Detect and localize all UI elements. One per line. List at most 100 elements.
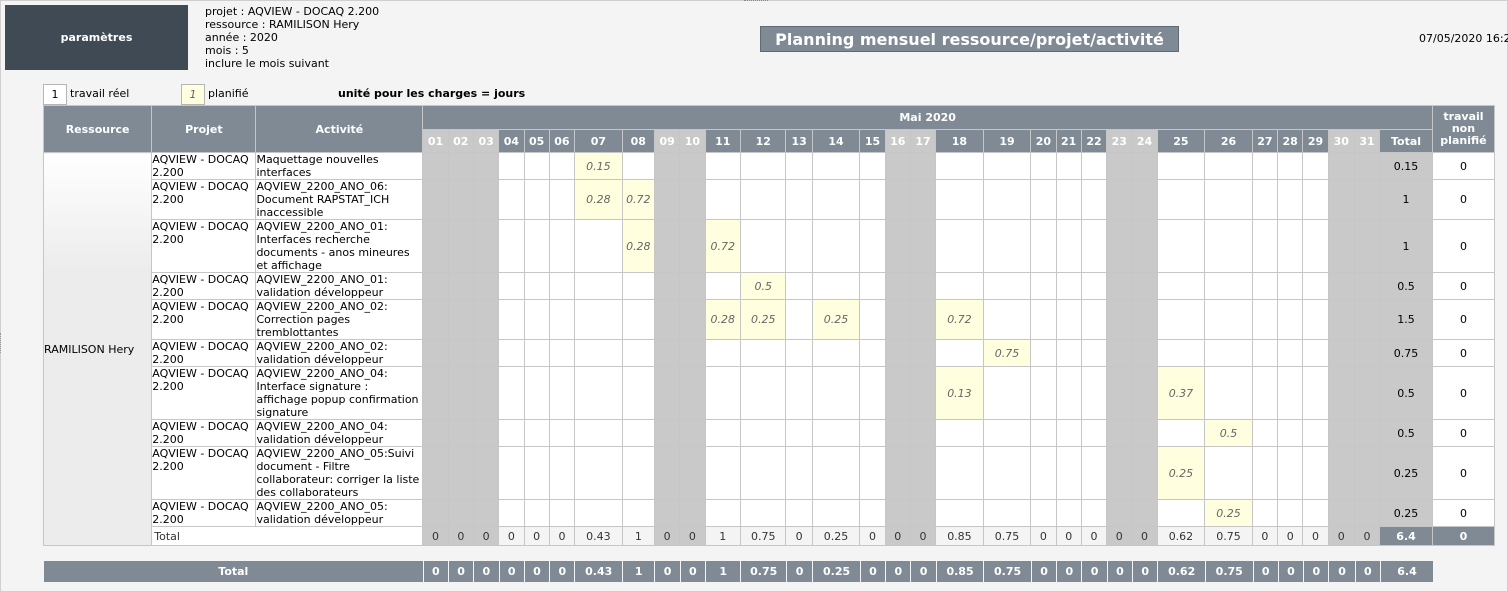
- day-cell: [1302, 299, 1329, 340]
- subtotal-day-cell: 0.75: [739, 526, 787, 546]
- subtotal-day-cell: 0: [1327, 526, 1355, 546]
- day-cell: [811, 419, 861, 447]
- day-cell: [1353, 179, 1381, 220]
- grand-total-day-cell: 0: [1354, 560, 1382, 583]
- day-cell: [1055, 179, 1082, 220]
- row-unplanned-cell: 0: [1431, 299, 1496, 340]
- day-header-19: 19: [982, 129, 1032, 153]
- subtotal-day-cell: 0: [523, 526, 550, 546]
- day-cell: [1156, 152, 1206, 180]
- day-cell: [523, 299, 550, 340]
- planned-value-cell[interactable]: 0.28: [621, 219, 656, 273]
- day-cell: [472, 299, 500, 340]
- planned-value-cell[interactable]: 0.13: [935, 366, 984, 420]
- day-cell: [909, 419, 937, 447]
- day-cell: [679, 366, 706, 420]
- row-total-cell: 0.5: [1379, 419, 1433, 447]
- day-cell: [785, 272, 813, 300]
- day-cell: [653, 179, 681, 220]
- day-cell: [1353, 419, 1381, 447]
- day-cell: [548, 272, 576, 300]
- project-cell: AQVIEW - DOCAQ 2.200: [151, 419, 257, 447]
- planned-value-cell[interactable]: 0.28: [704, 299, 741, 340]
- day-cell: [884, 419, 911, 447]
- table-row: AQVIEW - DOCAQ 2.200 AQVIEW_2200_ANO_04: …: [44, 366, 1496, 420]
- info-include-next: inclure le mois suivant: [205, 57, 329, 70]
- day-header-14: 14: [811, 129, 861, 153]
- day-cell: [548, 219, 576, 273]
- day-cell: [1327, 272, 1355, 300]
- day-cell: [498, 419, 525, 447]
- day-cell: [739, 499, 787, 527]
- project-cell: AQVIEW - DOCAQ 2.200: [151, 339, 257, 367]
- subtotal-label: Total: [151, 526, 424, 546]
- day-cell: [1251, 272, 1279, 300]
- grand-total-day-cell: 1: [704, 560, 742, 583]
- subtotal-day-cell: 0: [498, 526, 525, 546]
- planned-value-cell[interactable]: 0.25: [1204, 499, 1253, 527]
- day-cell: [523, 272, 550, 300]
- day-cell: [548, 446, 576, 500]
- day-header-30: 30: [1327, 129, 1355, 153]
- planned-value-cell[interactable]: 0.5: [1204, 419, 1253, 447]
- day-cell: [1353, 446, 1381, 500]
- day-cell: [785, 299, 813, 340]
- day-cell: [621, 446, 656, 500]
- day-cell: [679, 339, 706, 367]
- grand-total-day-cell: 0.75: [1204, 560, 1254, 583]
- side-splitter[interactable]: [0, 333, 4, 353]
- day-header-08: 08: [621, 129, 656, 153]
- planned-value-cell[interactable]: 0.72: [935, 299, 984, 340]
- day-cell: [811, 152, 861, 180]
- planned-value-cell[interactable]: 0.25: [1156, 446, 1206, 500]
- day-cell: [523, 339, 550, 367]
- day-cell: [739, 219, 787, 273]
- row-unplanned-cell: 0: [1431, 446, 1496, 500]
- day-cell: [704, 446, 741, 500]
- parameters-button[interactable]: paramètres: [5, 5, 188, 70]
- planned-value-cell[interactable]: 0.28: [574, 179, 623, 220]
- day-cell: [859, 272, 886, 300]
- activity-cell: AQVIEW_2200_ANO_04: validation développe…: [255, 419, 424, 447]
- day-cell: [447, 446, 474, 500]
- day-cell: [1327, 179, 1355, 220]
- day-cell: [1030, 419, 1057, 447]
- planned-value-cell[interactable]: 0.15: [574, 152, 623, 180]
- day-cell: [472, 339, 500, 367]
- day-header-02: 02: [447, 129, 474, 153]
- day-header-03: 03: [472, 129, 500, 153]
- day-cell: [811, 446, 861, 500]
- legend-planned-swatch: 1: [181, 84, 205, 105]
- activity-cell: AQVIEW_2200_ANO_05: validation développe…: [255, 499, 424, 527]
- day-cell: [909, 219, 937, 273]
- subtotal-day-cell: 0: [884, 526, 911, 546]
- day-cell: [1251, 339, 1279, 367]
- day-cell: [909, 366, 937, 420]
- day-cell: [1106, 299, 1133, 340]
- day-cell: [982, 299, 1032, 340]
- planned-value-cell[interactable]: 0.5: [739, 272, 787, 300]
- subtotal-total-cell: 6.4: [1379, 526, 1433, 546]
- day-cell: [422, 272, 449, 300]
- planned-value-cell[interactable]: 0.25: [811, 299, 861, 340]
- day-cell: [884, 179, 911, 220]
- day-cell: [1302, 219, 1329, 273]
- planned-value-cell[interactable]: 0.72: [621, 179, 656, 220]
- day-cell: [1204, 339, 1253, 367]
- row-total-cell: 0.15: [1379, 152, 1433, 180]
- resize-grip[interactable]: [744, 0, 768, 5]
- project-cell: AQVIEW - DOCAQ 2.200: [151, 499, 257, 527]
- planned-value-cell[interactable]: 0.72: [704, 219, 741, 273]
- day-header-12: 12: [739, 129, 787, 153]
- day-cell: [679, 446, 706, 500]
- project-cell: AQVIEW - DOCAQ 2.200: [151, 272, 257, 300]
- day-cell: [1080, 419, 1108, 447]
- activity-cell: AQVIEW_2200_ANO_05:Suivi document - Filt…: [255, 446, 424, 500]
- day-cell: [523, 219, 550, 273]
- day-cell: [1277, 272, 1304, 300]
- planned-value-cell[interactable]: 0.37: [1156, 366, 1206, 420]
- planned-value-cell[interactable]: 0.25: [739, 299, 787, 340]
- planned-value-cell[interactable]: 0.75: [982, 339, 1032, 367]
- report-datetime: 07/05/2020 16:2: [1419, 32, 1508, 45]
- day-cell: [909, 499, 937, 527]
